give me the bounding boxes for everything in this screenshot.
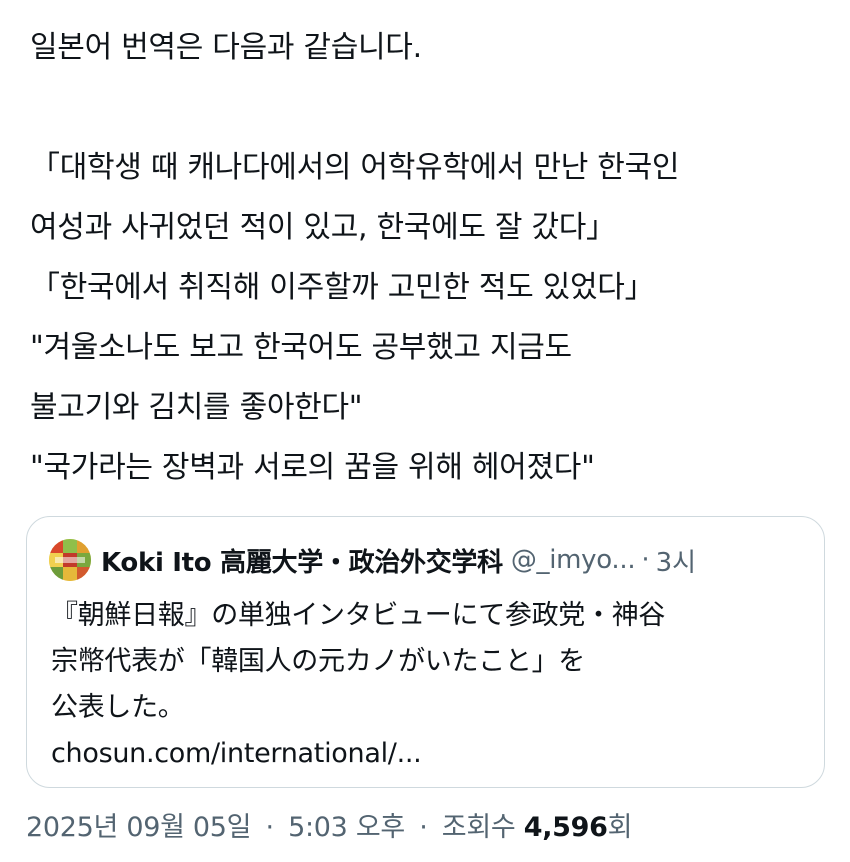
- quoted-tweet-line: 公表した。: [51, 692, 185, 723]
- quoted-tweet-line: 宗幣代表が「韓国人の元カノがいたこと」を: [51, 646, 585, 677]
- avatar[interactable]: [49, 539, 91, 581]
- quoted-tweet-card[interactable]: Koki Ito 高麗大学・政治外交学科 @_imyo... · 3시 『朝鮮日…: [26, 516, 825, 788]
- tweet-line: 여성과 사귀었던 적이 있고, 한국에도 잘 갔다」: [30, 210, 616, 245]
- tweet-time[interactable]: 5:03 오후: [288, 812, 405, 843]
- tweet-line: 「대학생 때 캐나다에서의 어학유학에서 만난 한국인: [30, 150, 680, 185]
- separator-dot: ·: [419, 812, 428, 843]
- quoted-tweet-line: 『朝鮮日報』の単独インタビューにて参政党・神谷: [51, 600, 666, 631]
- quoted-author-name[interactable]: Koki Ito 高麗大学・政治外交学科: [101, 542, 503, 579]
- avatar-image-icon: [49, 539, 91, 581]
- views-count: 4,596: [523, 812, 608, 843]
- quoted-tweet-time[interactable]: 3시: [656, 542, 696, 579]
- quoted-tweet-text: 『朝鮮日報』の単独インタビューにて参政党・神谷 宗幣代表が「韓国人の元カノがいた…: [51, 593, 811, 777]
- tweet-line: 「한국에서 취직해 이주할까 고민한 적도 있었다」: [30, 270, 655, 305]
- tweet-line: "겨울소나도 보고 한국어도 공부했고 지금도: [30, 330, 572, 365]
- quoted-tweet-header: Koki Ito 高麗大学・政治外交学科 @_imyo... · 3시: [49, 539, 696, 581]
- tweet-line: 불고기와 김치를 좋아한다": [30, 390, 363, 425]
- tweet-line: 일본어 번역은 다음과 같습니다.: [30, 30, 422, 65]
- separator-dot: ·: [265, 812, 275, 843]
- separator-dot: ·: [641, 545, 650, 575]
- tweet-metadata: 2025년 09월 05일 · 5:03 오후 · 조회수 4,596회: [26, 806, 632, 850]
- tweet-date[interactable]: 2025년 09월 05일: [26, 812, 252, 843]
- tweet-line: "국가라는 장벽과 서로의 꿈을 위해 헤어졌다": [30, 450, 595, 485]
- tweet-text: 일본어 번역은 다음과 같습니다. 「대학생 때 캐나다에서의 어학유학에서 만…: [30, 18, 830, 498]
- quoted-author-handle[interactable]: @_imyo...: [511, 545, 636, 575]
- views-label: 조회수: [441, 812, 516, 843]
- quoted-tweet-link[interactable]: chosun.com/international/...: [51, 731, 811, 777]
- views-suffix: 회: [607, 812, 633, 843]
